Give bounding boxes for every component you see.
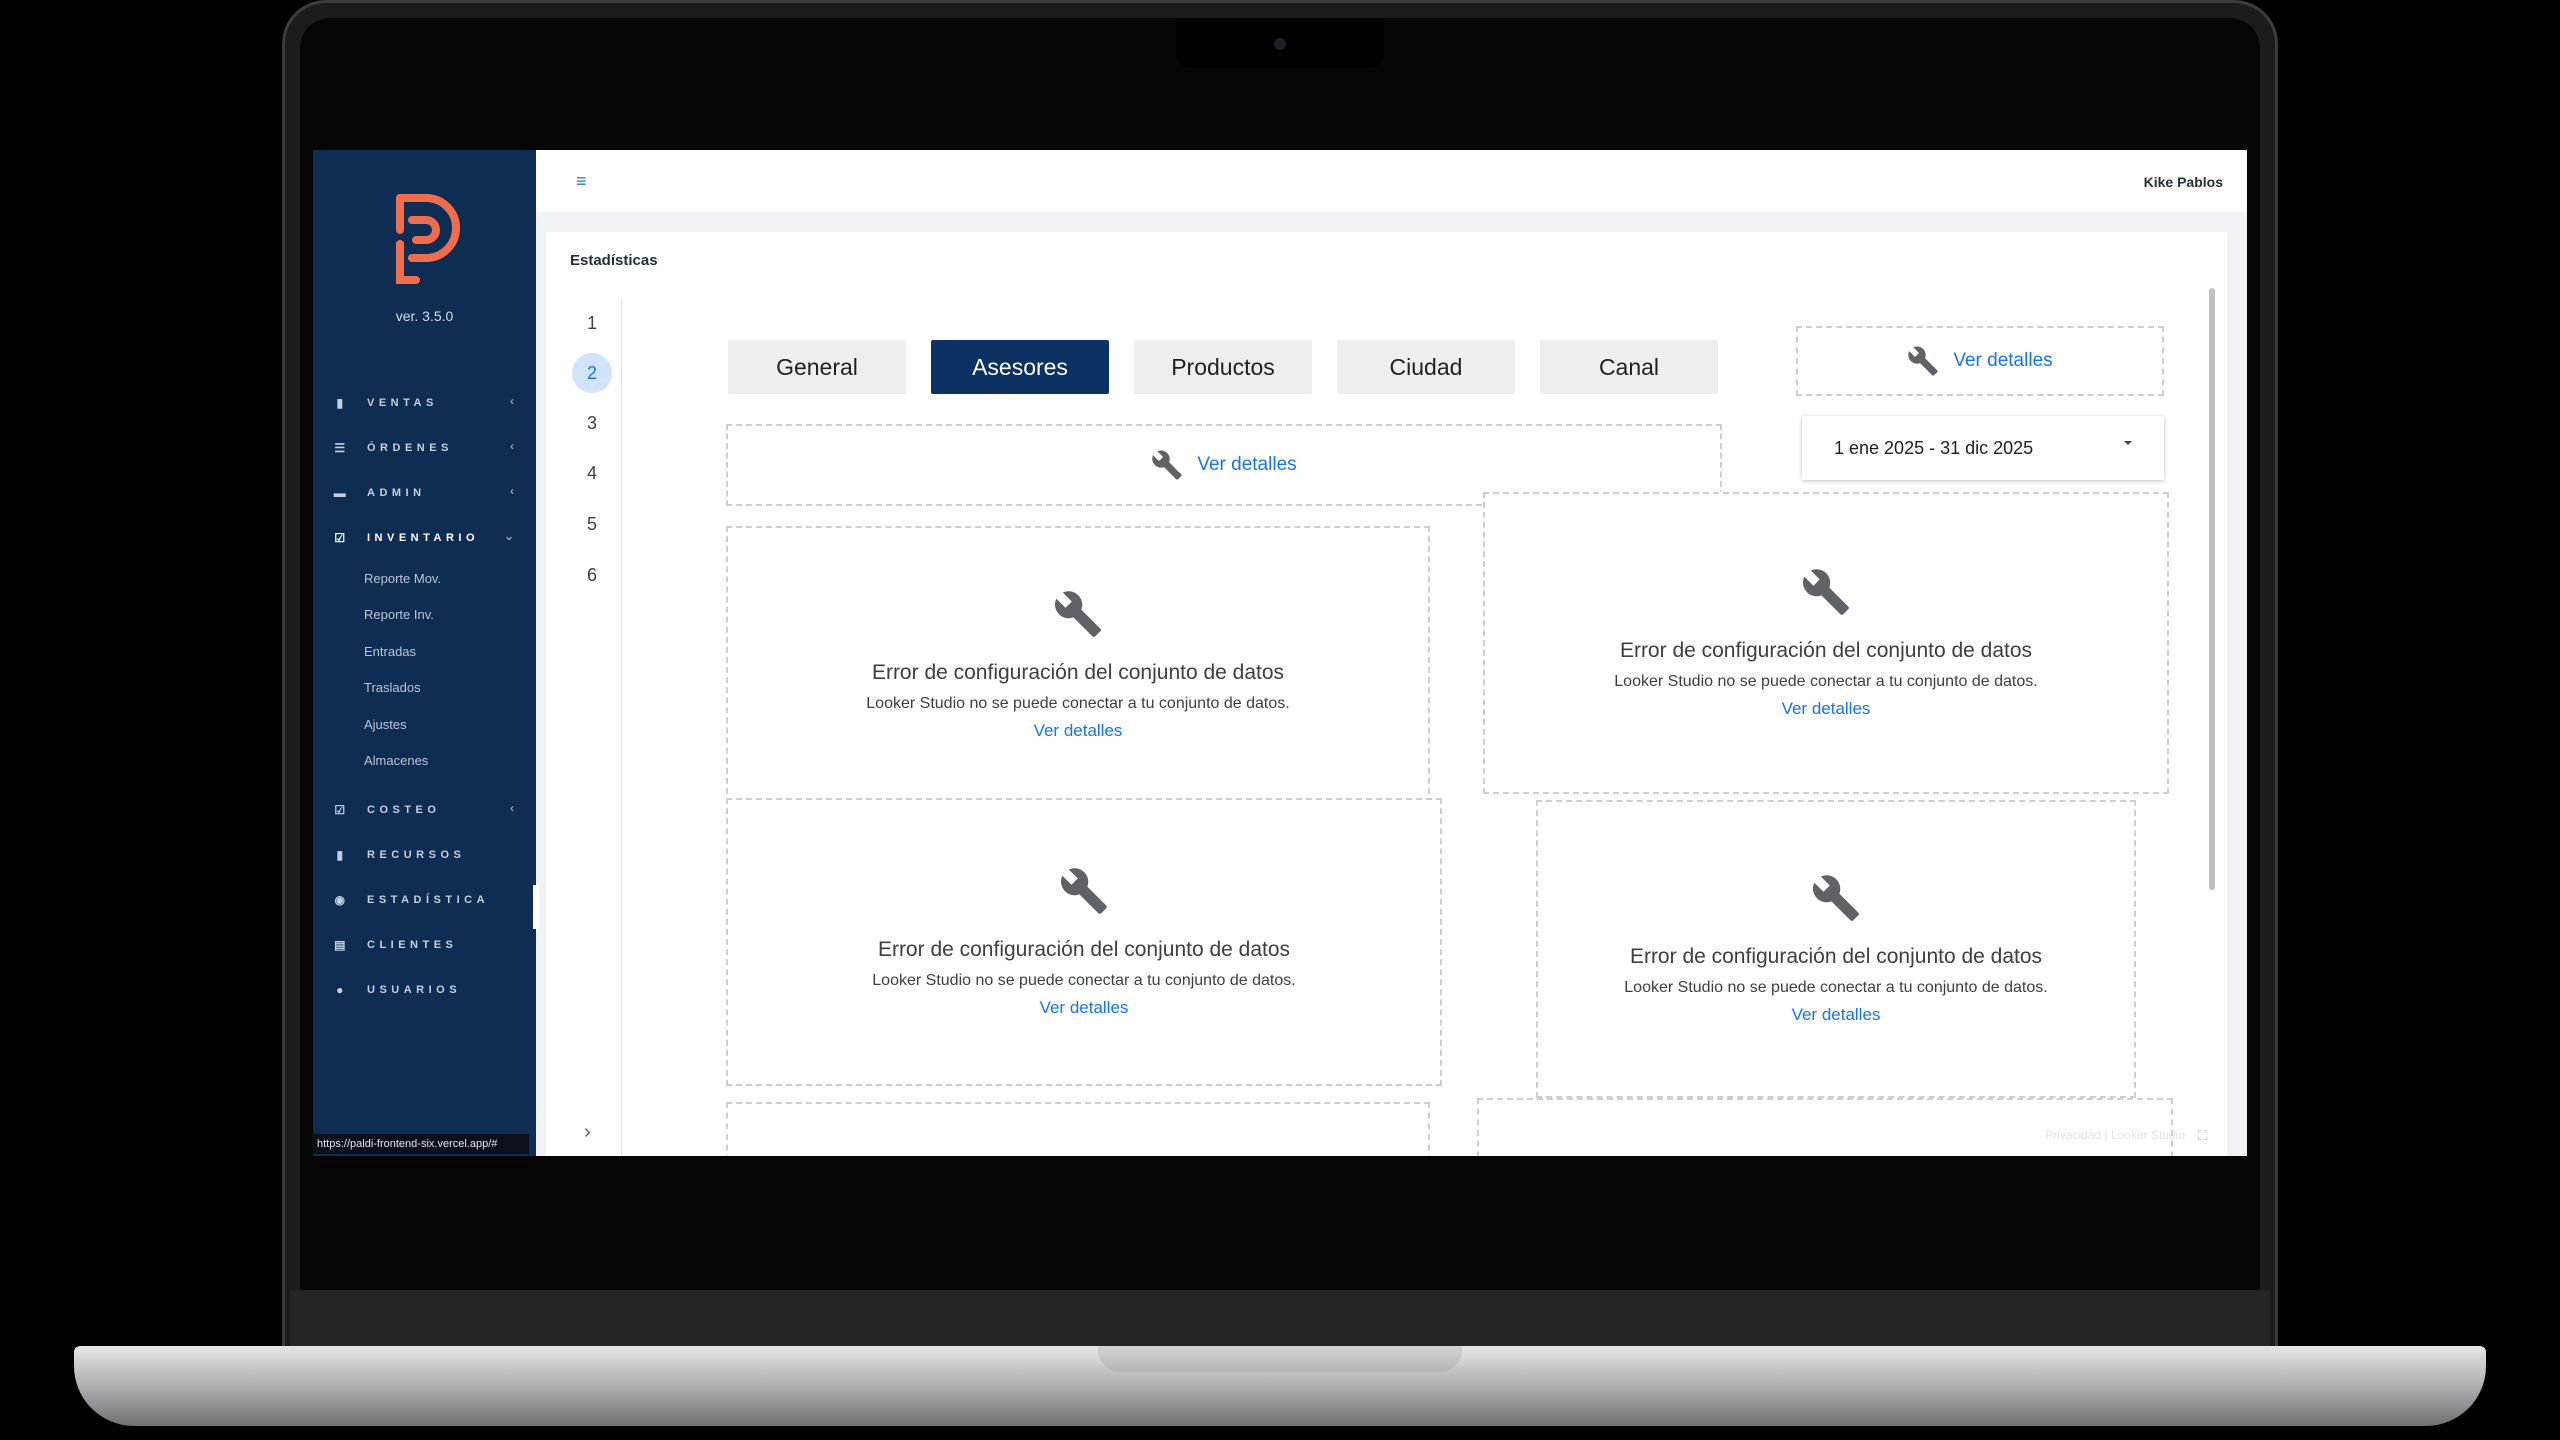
sidebar: ver. 3.5.0 ▮ VENTAS ‹ ☰ ÓRDENES ‹ ▬ ADMI…	[313, 150, 539, 1156]
inventario-submenu: Reporte Mov. Reporte Inv. Entradas Trasl…	[313, 560, 536, 787]
error-card	[726, 1102, 1430, 1156]
laptop-chin	[290, 1290, 2270, 1346]
dropdown-arrow-icon	[2124, 441, 2132, 445]
error-message: Looker Studio no se puede conectar a tu …	[1614, 673, 2038, 690]
submenu-item-almacenes[interactable]: Almacenes	[313, 743, 536, 780]
sidebar-item-label: ADMIN	[367, 486, 426, 499]
page-number-2[interactable]: 2	[572, 353, 612, 393]
tab-general[interactable]: General	[728, 340, 906, 394]
checkbox-icon: ☑	[334, 802, 350, 817]
error-card: Error de configuración del conjunto de d…	[1483, 492, 2169, 794]
tab-canal[interactable]: Canal	[1540, 340, 1718, 394]
report-page-nav: 1 2 3 4 5 6 ›	[566, 299, 622, 1156]
sidebar-item-label: COSTEO	[367, 803, 441, 816]
details-link[interactable]: Ver detalles	[1792, 1005, 1881, 1025]
status-bar-url: https://paldi-frontend-six.vercel.app/#	[313, 1134, 529, 1154]
details-link[interactable]: Ver detalles	[1782, 699, 1871, 719]
page-number-6[interactable]: 6	[572, 555, 612, 595]
submenu-item-ajustes[interactable]: Ajustes	[313, 706, 536, 743]
error-title: Error de configuración del conjunto de d…	[871, 661, 1285, 684]
eye-icon: ◉	[334, 892, 350, 907]
page-number-3[interactable]: 3	[572, 403, 612, 443]
chevron-left-icon: ‹	[510, 394, 514, 408]
sidebar-item-estadistica[interactable]: ◉ ESTADÍSTICA	[313, 877, 539, 929]
error-card: Error de configuración del conjunto de d…	[726, 526, 1430, 804]
error-message: Looker Studio no se puede conectar a tu …	[872, 972, 1296, 989]
submenu-item-entradas[interactable]: Entradas	[313, 633, 536, 670]
user-name[interactable]: Kike Pablos	[2144, 174, 2223, 190]
sidebar-item-label: VENTAS	[367, 396, 438, 409]
chevron-down-icon: ⌄	[503, 529, 514, 543]
error-widget: Ver detalles	[1796, 326, 2164, 396]
date-range-value: 1 ene 2025 - 31 dic 2025	[1834, 437, 2034, 458]
submenu-item-reporte-mov[interactable]: Reporte Mov.	[313, 560, 536, 597]
error-title: Error de configuración del conjunto de d…	[1619, 639, 2033, 662]
error-card: Error de configuración del conjunto de d…	[726, 798, 1442, 1086]
sidebar-item-recursos[interactable]: ▮ RECURSOS	[313, 832, 536, 877]
details-link[interactable]: Ver detalles	[1034, 721, 1123, 741]
wrench-icon	[1152, 450, 1182, 480]
file-icon: ▮	[336, 847, 348, 862]
sidebar-item-label: CLIENTES	[367, 938, 458, 951]
chevron-left-icon: ‹	[510, 484, 514, 498]
error-message: Looker Studio no se puede conectar a tu …	[1624, 979, 2048, 996]
error-title: Error de configuración del conjunto de d…	[877, 938, 1291, 961]
error-card: Error de configuración del conjunto de d…	[1536, 800, 2136, 1098]
sidebar-nav: ▮ VENTAS ‹ ☰ ÓRDENES ‹ ▬ ADMIN ‹ ☑ INVEN…	[313, 380, 539, 1012]
looker-report: 1 2 3 4 5 6 › General Asesores Productos…	[546, 232, 2227, 1156]
id-card-icon: ▤	[334, 937, 350, 952]
sidebar-item-label: ESTADÍSTICA	[367, 893, 490, 906]
sidebar-item-usuarios[interactable]: ● USUARIOS	[313, 967, 536, 1012]
wrench-icon	[1812, 875, 1859, 921]
chevron-left-icon: ‹	[510, 801, 514, 815]
sidebar-item-label: RECURSOS	[367, 848, 466, 861]
chevron-left-icon: ‹	[510, 439, 514, 453]
checkbox-icon: ☑	[334, 530, 350, 545]
tab-ciudad[interactable]: Ciudad	[1337, 340, 1515, 394]
users-icon: ●	[336, 982, 348, 997]
page-number-4[interactable]: 4	[572, 453, 612, 493]
submenu-item-reporte-inv[interactable]: Reporte Inv.	[313, 597, 536, 634]
file-icon: ▮	[336, 395, 348, 410]
error-title: Error de configuración del conjunto de d…	[1629, 945, 2043, 968]
fullscreen-icon[interactable]: ⛶	[2198, 1128, 2207, 1144]
wrench-icon	[1802, 569, 1849, 615]
sidebar-item-label: USUARIOS	[367, 983, 462, 996]
top-bar: ≡ Kike Pablos	[536, 150, 2247, 212]
sidebar-item-label: INVENTARIO	[367, 531, 480, 544]
error-card	[1477, 1098, 2173, 1156]
sidebar-item-label: ÓRDENES	[367, 441, 453, 454]
sidebar-item-costeo[interactable]: ☑ COSTEO ‹	[313, 787, 536, 832]
screen: ver. 3.5.0 ▮ VENTAS ‹ ☰ ÓRDENES ‹ ▬ ADMI…	[313, 150, 2247, 1156]
sidebar-item-ventas[interactable]: ▮ VENTAS ‹	[313, 380, 536, 425]
page-number-5[interactable]: 5	[572, 504, 612, 544]
content-card: Estadísticas 1 2 3 4 5 6 › General Aseso…	[546, 232, 2227, 1156]
report-scrollbar[interactable]	[2209, 288, 2215, 890]
wrench-icon	[1054, 591, 1101, 637]
wrench-icon	[1908, 346, 1938, 376]
details-link[interactable]: Ver detalles	[1040, 998, 1129, 1018]
sidebar-item-ordenes[interactable]: ☰ ÓRDENES ‹	[313, 425, 536, 470]
date-range-picker[interactable]: 1 ene 2025 - 31 dic 2025	[1802, 416, 2164, 480]
report-footer[interactable]: Privacidad | Looker Studio	[2045, 1128, 2185, 1142]
camera-icon	[1274, 38, 1286, 50]
sidebar-item-inventario[interactable]: ☑ INVENTARIO ⌄	[313, 515, 536, 560]
list-icon: ☰	[334, 440, 350, 455]
paldi-logo-icon[interactable]	[386, 190, 464, 286]
sidebar-item-clientes[interactable]: ▤ CLIENTES	[313, 922, 536, 967]
app-version: ver. 3.5.0	[395, 308, 454, 324]
chevron-right-icon[interactable]: ›	[584, 1121, 591, 1144]
page-number-1[interactable]: 1	[572, 303, 612, 343]
details-link[interactable]: Ver detalles	[1197, 454, 1296, 476]
details-link[interactable]: Ver detalles	[1953, 350, 2052, 372]
hamburger-menu-icon[interactable]: ≡	[576, 172, 587, 190]
error-message: Looker Studio no se puede conectar a tu …	[866, 695, 1290, 712]
submenu-item-traslados[interactable]: Traslados	[313, 670, 536, 707]
tab-productos[interactable]: Productos	[1134, 340, 1312, 394]
briefcase-icon: ▬	[333, 485, 351, 500]
wrench-icon	[1060, 868, 1107, 914]
tab-asesores[interactable]: Asesores	[931, 340, 1109, 394]
sidebar-item-admin[interactable]: ▬ ADMIN ‹	[313, 470, 536, 515]
laptop-groove	[1098, 1346, 1462, 1372]
